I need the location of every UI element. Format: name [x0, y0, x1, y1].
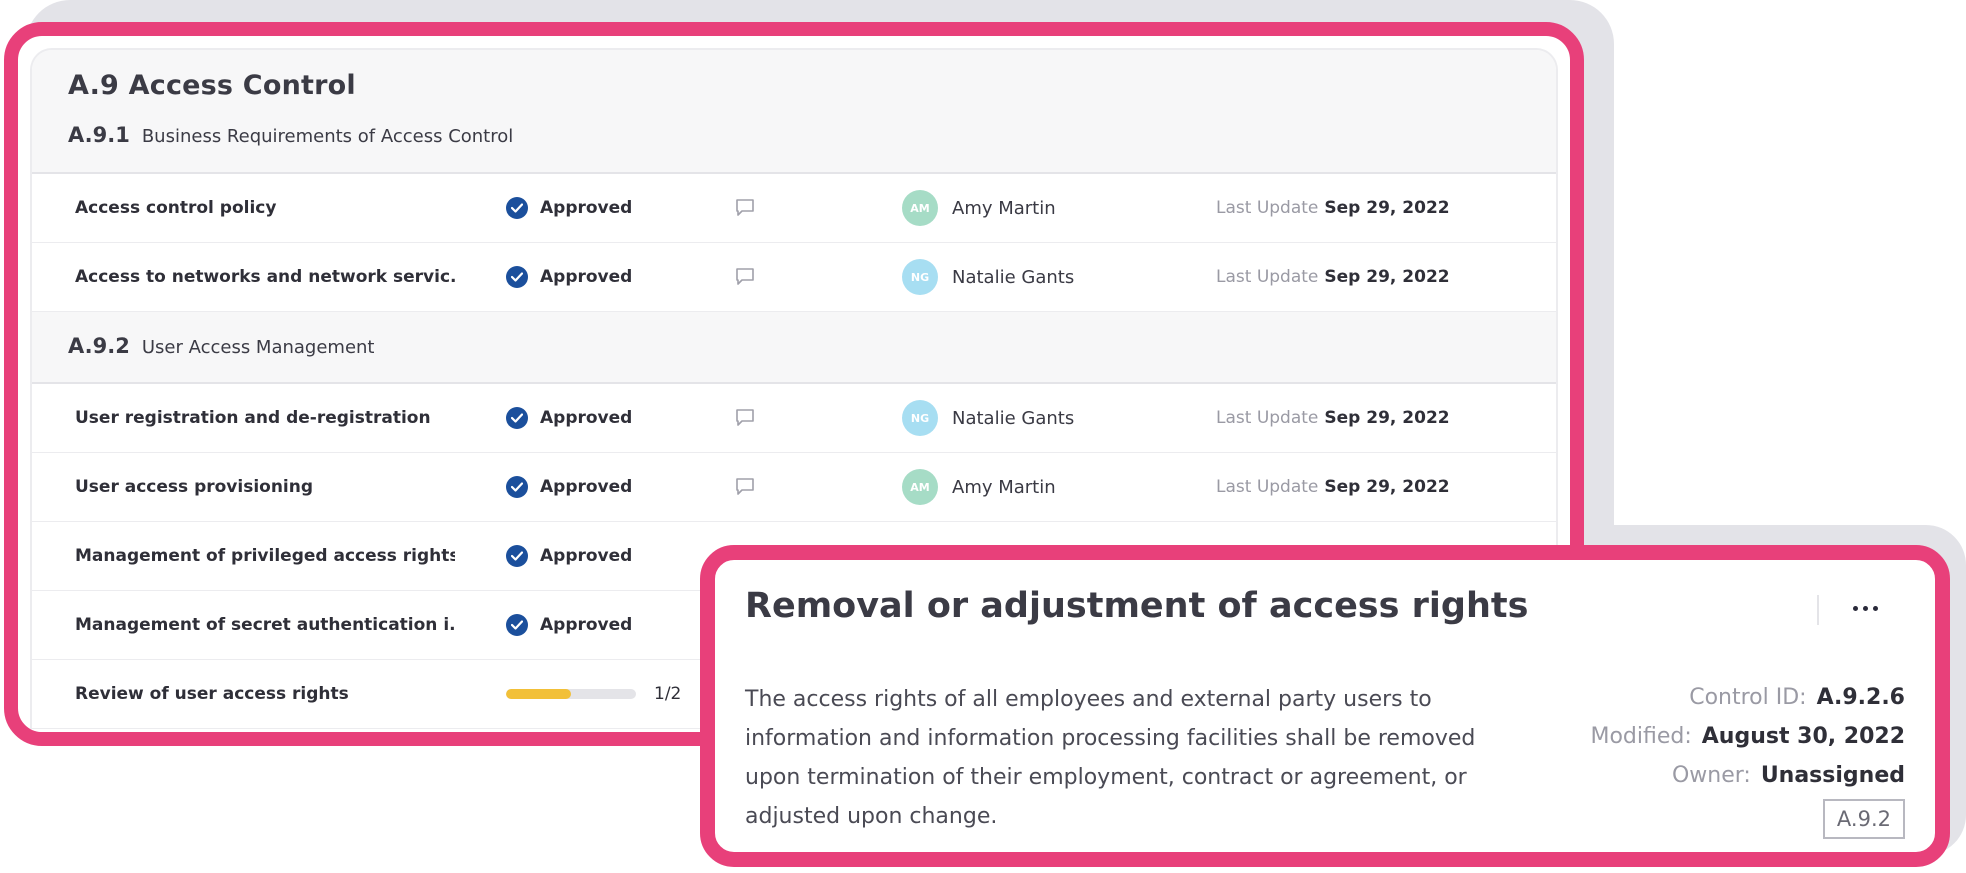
last-update: Last Update Sep 29, 2022 — [1216, 267, 1450, 287]
status-badge: Approved — [506, 197, 632, 219]
check-circle-icon — [506, 545, 528, 567]
control-name[interactable]: Review of user access rights — [75, 684, 455, 704]
group-header: A.9.1 Business Requirements of Access Co… — [68, 123, 1556, 147]
avatar: NG — [902, 259, 938, 295]
owner-name: Amy Martin — [952, 476, 1056, 498]
comment-icon[interactable] — [735, 408, 755, 431]
status-badge: Approved — [506, 545, 632, 567]
control-row[interactable]: User registration and de-registration Ap… — [32, 384, 1556, 453]
owner[interactable]: AM Amy Martin — [902, 469, 1056, 505]
last-update: Last Update Sep 29, 2022 — [1216, 408, 1450, 428]
comment-icon[interactable] — [735, 477, 755, 500]
review-progress: 1/2 — [506, 684, 681, 704]
owner[interactable]: NG Natalie Gants — [902, 400, 1074, 436]
check-circle-icon — [506, 614, 528, 636]
check-circle-icon — [506, 476, 528, 498]
control-name[interactable]: Access control policy — [75, 198, 455, 218]
last-update-label: Last Update — [1216, 477, 1319, 497]
detail-meta: Control ID: A.9.2.6 Modified: August 30, 2… — [1590, 678, 1905, 795]
control-id-label: Control ID: — [1689, 685, 1807, 710]
group-code: A.9.2 — [68, 334, 130, 358]
group-code: A.9.1 — [68, 123, 130, 147]
owner-value: Unassigned — [1760, 763, 1905, 788]
section-header: A.9 Access Control A.9.1 Business Requir… — [32, 50, 1556, 174]
avatar: AM — [902, 469, 938, 505]
comment-icon[interactable] — [735, 198, 755, 221]
modified-value: August 30, 2022 — [1701, 724, 1905, 749]
last-update-date: Sep 29, 2022 — [1324, 198, 1450, 218]
control-name[interactable]: Management of secret authentication i... — [75, 615, 455, 635]
avatar: NG — [902, 400, 938, 436]
check-circle-icon — [506, 407, 528, 429]
owner: Owner: Unassigned — [1590, 756, 1905, 795]
detail-title: Removal or adjustment of access rights — [745, 586, 1529, 626]
more-horizontal-icon[interactable] — [1843, 588, 1887, 628]
detail-description: The access rights of all employees and e… — [745, 687, 1476, 829]
last-update: Last Update Sep 29, 2022 — [1216, 477, 1450, 497]
status-label: Approved — [540, 198, 633, 218]
control-id: Control ID: A.9.2.6 — [1590, 678, 1905, 717]
status-badge: Approved — [506, 407, 632, 429]
control-row[interactable]: Access control policy Approved AM Amy Ma… — [32, 174, 1556, 243]
section-title: A.9 Access Control — [68, 70, 356, 101]
last-update-date: Sep 29, 2022 — [1324, 408, 1450, 428]
control-row[interactable]: Access to networks and network servic...… — [32, 243, 1556, 312]
check-circle-icon — [506, 266, 528, 288]
comment-icon[interactable] — [735, 267, 755, 290]
last-update-label: Last Update — [1216, 267, 1319, 287]
modified-label: Modified: — [1590, 724, 1692, 749]
status-badge: Approved — [506, 476, 632, 498]
control-id-value: A.9.2.6 — [1816, 685, 1905, 710]
modified: Modified: August 30, 2022 — [1590, 717, 1905, 756]
owner-label: Owner: — [1671, 763, 1751, 788]
group-title: Business Requirements of Access Control — [141, 126, 514, 147]
control-detail-card: Removal or adjustment of access rights T… — [700, 545, 1950, 867]
status-label: Approved — [540, 267, 633, 287]
control-row[interactable]: User access provisioning Approved AM Amy… — [32, 453, 1556, 522]
group-tag[interactable]: A.9.2 — [1822, 799, 1905, 839]
status-label: Approved — [540, 408, 633, 428]
avatar: AM — [902, 190, 938, 226]
owner-name: Natalie Gants — [952, 266, 1075, 288]
owner[interactable]: AM Amy Martin — [902, 190, 1056, 226]
last-update-label: Last Update — [1216, 198, 1319, 218]
status-label: Approved — [540, 615, 633, 635]
check-circle-icon — [506, 197, 528, 219]
divider — [1817, 595, 1819, 625]
progress-label: 1/2 — [654, 684, 682, 704]
control-name[interactable]: User access provisioning — [75, 477, 455, 497]
control-name[interactable]: User registration and de-registration — [75, 408, 455, 428]
progress-fill — [506, 689, 571, 699]
progress-bar — [506, 689, 636, 699]
status-badge: Approved — [506, 266, 632, 288]
owner-name: Natalie Gants — [952, 407, 1075, 429]
status-badge: Approved — [506, 614, 632, 636]
status-label: Approved — [540, 477, 633, 497]
last-update-date: Sep 29, 2022 — [1324, 267, 1450, 287]
control-name[interactable]: Management of privileged access rights — [75, 546, 455, 566]
control-name[interactable]: Access to networks and network servic... — [75, 267, 455, 287]
status-label: Approved — [540, 546, 633, 566]
last-update: Last Update Sep 29, 2022 — [1216, 198, 1450, 218]
group-header: A.9.2 User Access Management — [32, 312, 1556, 384]
group-title: User Access Management — [141, 337, 375, 358]
owner-name: Amy Martin — [952, 197, 1056, 219]
last-update-label: Last Update — [1216, 408, 1319, 428]
owner[interactable]: NG Natalie Gants — [902, 259, 1074, 295]
last-update-date: Sep 29, 2022 — [1324, 477, 1450, 497]
